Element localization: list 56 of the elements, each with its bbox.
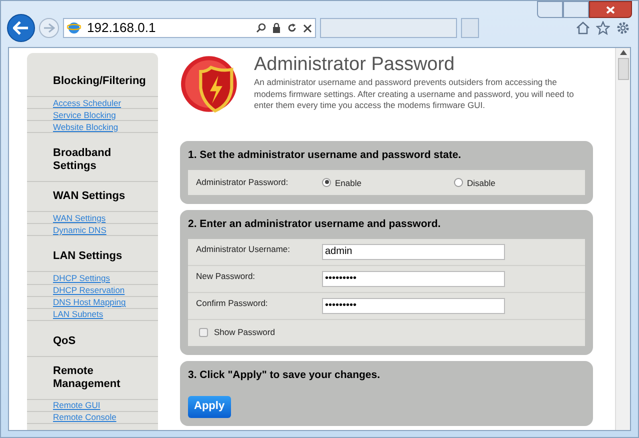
radio-button[interactable] (322, 178, 331, 187)
back-arrow-icon (13, 21, 29, 35)
sidebar-heading: QoS (53, 334, 76, 347)
scrollbar-thumb[interactable] (618, 58, 628, 80)
address-bar[interactable]: 192.168.0.1 (63, 18, 316, 38)
field-label: Confirm Password: (196, 297, 269, 310)
sidebar-heading: Broadband Settings (53, 147, 112, 172)
sidebar-link[interactable]: Access Scheduler (53, 98, 122, 108)
checkbox-label[interactable]: Show Password (214, 326, 275, 339)
sidebar-link[interactable]: WAN Settings (53, 212, 106, 223)
field-label: Administrator Password: (196, 176, 290, 189)
scrollbar[interactable] (615, 48, 630, 430)
sidebar-link[interactable]: Remote GUI (53, 400, 100, 410)
field-label: New Password: (196, 270, 256, 283)
checkbox[interactable] (199, 328, 208, 337)
star-icon[interactable] (596, 21, 610, 35)
sidebar-link[interactable]: LAN Subnets (53, 309, 104, 320)
sidebar-link[interactable]: DHCP Reservation (53, 285, 125, 296)
minimize-button[interactable] (537, 1, 563, 18)
radio-label[interactable]: Enable (335, 176, 362, 190)
radio-label[interactable]: Disable (467, 176, 496, 190)
section-heading: 2. Enter an administrator username and password. (188, 216, 442, 232)
text-field[interactable]: ••••••••• (322, 298, 505, 314)
globe-e-icon (67, 21, 81, 35)
apply-button[interactable]: Apply (188, 396, 231, 418)
sidebar-link[interactable]: DHCP Settings (53, 273, 110, 284)
sidebar-link[interactable]: Remote Console (53, 412, 116, 422)
home-icon[interactable] (576, 21, 590, 35)
maximize-button[interactable] (563, 1, 589, 18)
refresh-icon[interactable] (287, 23, 297, 33)
forward-arrow-icon (43, 23, 55, 33)
page-title: Administrator Password (254, 53, 456, 77)
field-label: Administrator Username: (196, 243, 292, 256)
sidebar-heading: WAN Settings (53, 190, 126, 202)
sidebar-heading: Blocking/Filtering (53, 75, 146, 87)
close-icon (606, 6, 615, 14)
scroll-up-arrow-icon[interactable] (620, 50, 626, 55)
text-field[interactable]: admin (322, 244, 505, 260)
back-button[interactable] (7, 14, 35, 42)
close-window-button[interactable] (589, 1, 632, 18)
address-text: 192.168.0.1 (87, 19, 157, 38)
search-icon[interactable] (256, 23, 266, 33)
sidebar-link[interactable]: Website Blocking (53, 122, 118, 132)
radio-button[interactable] (454, 178, 463, 187)
sidebar-link[interactable]: Dynamic DNS (53, 224, 106, 235)
page-description: An administrator username and password prevents outsiders from accessing the modems firmware settings. After creating a username and password, you will need to enter them every time you access the modems firmware GUI. (254, 77, 575, 112)
section-heading: 1. Set the administrator username and password state. (188, 148, 462, 163)
sidebar-link[interactable]: Service Blocking (53, 110, 116, 120)
sidebar-heading: Remote Management (53, 364, 120, 390)
text-field[interactable]: ••••••••• (322, 270, 505, 286)
close-icon[interactable] (303, 24, 312, 32)
section-heading: 3. Click "Apply" to save your changes. (188, 368, 382, 382)
settings-icon[interactable] (616, 21, 630, 35)
sidebar-heading: LAN Settings (53, 250, 122, 262)
sidebar-link[interactable]: DNS Host Mapping (53, 297, 126, 308)
lock-icon (272, 23, 281, 33)
